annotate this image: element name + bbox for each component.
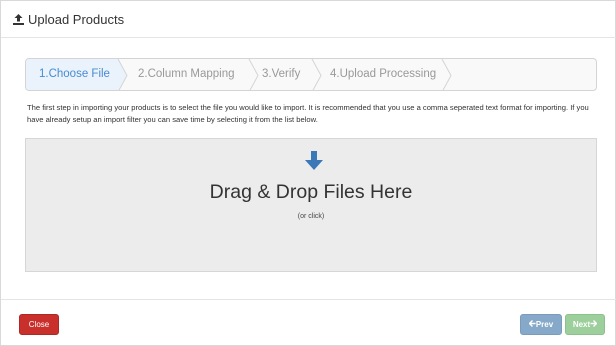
close-button[interactable]: Close	[19, 314, 59, 335]
wizard-step-column-mapping[interactable]: 2.Column Mapping	[138, 68, 235, 80]
arrow-down-icon	[302, 151, 326, 171]
upload-products-modal: Upload Products 1.Choose File 2.Column M…	[0, 0, 616, 346]
file-dropzone[interactable]: Drag & Drop Files Here (or click)	[25, 138, 597, 272]
close-button-label: Close	[28, 320, 50, 329]
modal-title: Upload Products	[12, 12, 124, 27]
upload-icon	[12, 13, 25, 26]
wizard-step-upload-processing[interactable]: 4.Upload Processing	[330, 68, 436, 80]
wizard-steps: 1.Choose File 2.Column Mapping 3.Verify …	[25, 58, 597, 91]
prev-button-label: Prev	[535, 320, 554, 329]
wizard-step-choose-file[interactable]: 1.Choose File	[39, 68, 110, 80]
wizard-step-verify[interactable]: 3.Verify	[262, 68, 300, 80]
arrow-right-icon	[590, 320, 598, 329]
dropzone-title: Drag & Drop Files Here	[209, 181, 413, 203]
intro-text: The first step in importing your product…	[27, 103, 589, 124]
prev-button[interactable]: Prev	[520, 314, 562, 335]
modal-header: Upload Products	[1, 1, 616, 38]
modal-title-text: Upload Products	[28, 12, 125, 27]
next-button[interactable]: Next	[565, 314, 605, 335]
arrow-left-icon	[528, 320, 536, 329]
next-button-label: Next	[572, 320, 591, 329]
dropzone-subtitle: (or click)	[297, 213, 325, 220]
